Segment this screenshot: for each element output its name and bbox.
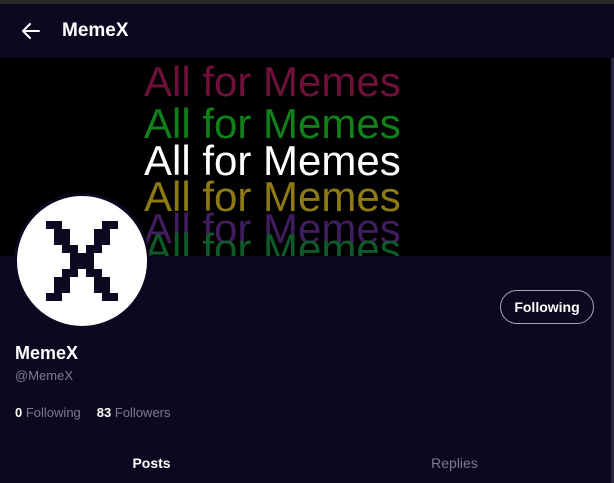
tab-replies[interactable]: Replies xyxy=(303,443,606,483)
header-title: MemeX xyxy=(62,20,129,41)
banner-text-layer: All for Memes xyxy=(144,225,401,256)
following-button[interactable]: Following xyxy=(500,290,594,324)
back-button[interactable] xyxy=(14,14,48,48)
profile-header: MemeX xyxy=(0,4,614,58)
x-logo-icon xyxy=(46,221,118,301)
followers-label: Followers xyxy=(114,405,171,420)
following-count: 0 xyxy=(15,405,23,420)
avatar[interactable] xyxy=(14,193,150,329)
profile-handle: @MemeX xyxy=(15,368,73,383)
profile-name: MemeX xyxy=(15,343,79,363)
following-label: Following xyxy=(25,405,81,420)
following-stat[interactable]: 0 Following xyxy=(15,405,81,420)
arrow-left-icon xyxy=(22,23,40,39)
banner-text-layer: All for Memes xyxy=(144,58,401,105)
tab-posts[interactable]: Posts xyxy=(0,443,303,483)
followers-stat[interactable]: 83 Followers xyxy=(97,405,171,420)
followers-count: 83 xyxy=(96,405,112,420)
profile-tabs: Posts Replies xyxy=(0,443,614,483)
profile-stats: 0 Following 83 Followers xyxy=(15,405,187,420)
